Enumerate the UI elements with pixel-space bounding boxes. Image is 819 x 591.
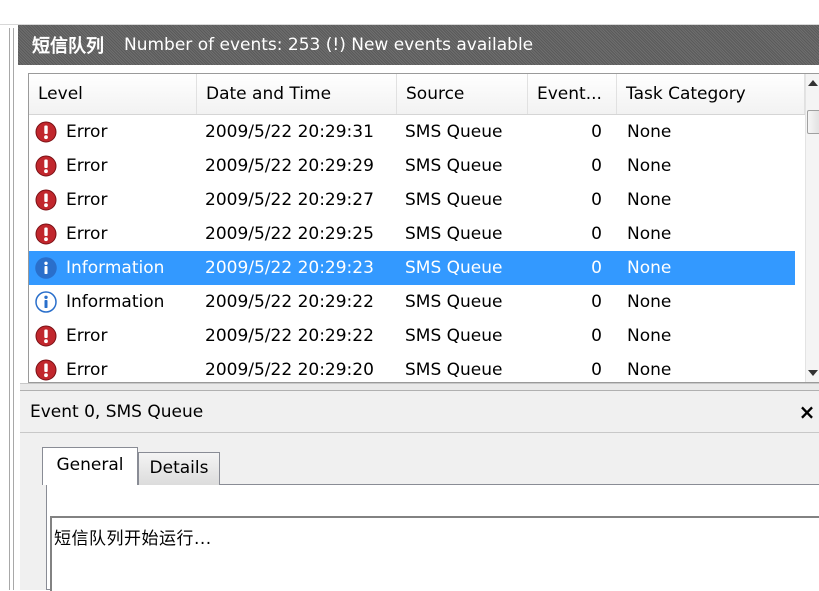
event-task-category-cell: None xyxy=(627,258,672,278)
event-datetime-cell: 2009/5/22 20:29:29 xyxy=(205,156,374,176)
error-icon xyxy=(35,189,57,211)
close-icon[interactable]: × xyxy=(797,391,817,433)
event-datetime-cell: 2009/5/22 20:29:27 xyxy=(205,190,374,210)
event-task-category-cell: None xyxy=(627,360,672,380)
event-list[interactable]: Level Date and Time Source Event... Task… xyxy=(28,73,819,383)
information-icon xyxy=(35,257,57,279)
event-row[interactable]: Error 2009/5/22 20:29:29 SMS Queue 0 None xyxy=(29,149,795,183)
information-icon xyxy=(35,291,57,313)
scroll-up-icon[interactable] xyxy=(808,80,818,86)
error-icon xyxy=(35,325,57,347)
event-source-cell: SMS Queue xyxy=(405,122,503,142)
details-header: Event 0, SMS Queue xyxy=(20,391,819,433)
column-header-task-category[interactable]: Task Category xyxy=(617,74,805,114)
event-level-cell: Error xyxy=(66,360,108,380)
event-description-box[interactable]: 短信队列开始运行... xyxy=(50,516,819,591)
general-tab-page: 短信队列开始运行... xyxy=(46,484,819,591)
event-task-category-cell: None xyxy=(627,326,672,346)
event-details-pane: Event 0, SMS Queue × General Details 短信队… xyxy=(20,391,819,591)
event-id-cell: 0 xyxy=(591,156,602,176)
event-datetime-cell: 2009/5/22 20:29:25 xyxy=(205,224,374,244)
event-datetime-cell: 2009/5/22 20:29:20 xyxy=(205,360,374,380)
error-icon xyxy=(35,121,57,143)
scroll-thumb[interactable] xyxy=(807,110,819,134)
event-level-cell: Information xyxy=(66,292,165,312)
event-datetime-cell: 2009/5/22 20:29:22 xyxy=(205,292,374,312)
log-title-bar: 短信队列 Number of events: 253 (!) New event… xyxy=(18,25,819,65)
event-row[interactable]: Information 2009/5/22 20:29:22 SMS Queue 0 N… xyxy=(29,285,795,319)
event-id-cell: 0 xyxy=(591,292,602,312)
event-task-category-cell: None xyxy=(627,292,672,312)
event-source-cell: SMS Queue xyxy=(405,156,503,176)
event-row[interactable]: Error 2009/5/22 20:29:22 SMS Queue 0 None xyxy=(29,319,795,353)
column-header-level[interactable]: Level xyxy=(29,74,197,114)
event-source-cell: SMS Queue xyxy=(405,258,503,278)
event-datetime-cell: 2009/5/22 20:29:23 xyxy=(205,258,374,278)
error-icon xyxy=(35,359,57,381)
error-icon xyxy=(35,223,57,245)
pane-splitter[interactable] xyxy=(20,383,819,391)
log-title: 短信队列 xyxy=(32,36,104,57)
event-id-cell: 0 xyxy=(591,326,602,346)
event-source-cell: SMS Queue xyxy=(405,292,503,312)
event-source-cell: SMS Queue xyxy=(405,360,503,380)
event-datetime-cell: 2009/5/22 20:29:31 xyxy=(205,122,374,142)
event-task-category-cell: None xyxy=(627,122,672,142)
event-row[interactable]: Information 2009/5/22 20:29:23 SMS Queue 0 N… xyxy=(29,251,795,285)
event-row[interactable]: Error 2009/5/22 20:29:25 SMS Queue 0 None xyxy=(29,217,795,251)
event-level-cell: Error xyxy=(66,122,108,142)
event-source-cell: SMS Queue xyxy=(405,224,503,244)
event-source-cell: SMS Queue xyxy=(405,326,503,346)
event-description: 短信队列开始运行... xyxy=(54,529,212,549)
event-id-cell: 0 xyxy=(591,360,602,380)
column-header-event-id[interactable]: Event... xyxy=(528,74,617,114)
event-level-cell: Error xyxy=(66,156,108,176)
event-level-cell: Error xyxy=(66,190,108,210)
vertical-scrollbar[interactable] xyxy=(805,74,819,382)
event-source-cell: SMS Queue xyxy=(405,190,503,210)
left-pane-border xyxy=(9,28,14,590)
event-id-cell: 0 xyxy=(591,190,602,210)
scroll-down-icon[interactable] xyxy=(808,370,818,376)
event-level-cell: Information xyxy=(66,258,165,278)
column-header-source[interactable]: Source xyxy=(397,74,528,114)
event-id-cell: 0 xyxy=(591,224,602,244)
event-row[interactable]: Error 2009/5/22 20:29:31 SMS Queue 0 None xyxy=(29,115,795,149)
column-header-row: Level Date and Time Source Event... Task… xyxy=(29,74,809,115)
event-level-cell: Error xyxy=(66,326,108,346)
tab-details[interactable]: Details xyxy=(138,452,220,485)
event-id-cell: 0 xyxy=(591,122,602,142)
event-id-cell: 0 xyxy=(591,258,602,278)
event-level-cell: Error xyxy=(66,224,108,244)
tab-general[interactable]: General xyxy=(42,447,138,485)
event-row[interactable]: Error 2009/5/22 20:29:27 SMS Queue 0 None xyxy=(29,183,795,217)
event-row[interactable]: Error 2009/5/22 20:29:20 SMS Queue 0 None xyxy=(29,353,795,382)
column-header-date-time[interactable]: Date and Time xyxy=(197,74,397,114)
top-strip xyxy=(0,0,819,25)
error-icon xyxy=(35,155,57,177)
event-task-category-cell: None xyxy=(627,190,672,210)
event-task-category-cell: None xyxy=(627,224,672,244)
event-datetime-cell: 2009/5/22 20:29:22 xyxy=(205,326,374,346)
event-count-label[interactable]: Number of events: 253 (!) New events ava… xyxy=(124,35,533,55)
event-task-category-cell: None xyxy=(627,156,672,176)
